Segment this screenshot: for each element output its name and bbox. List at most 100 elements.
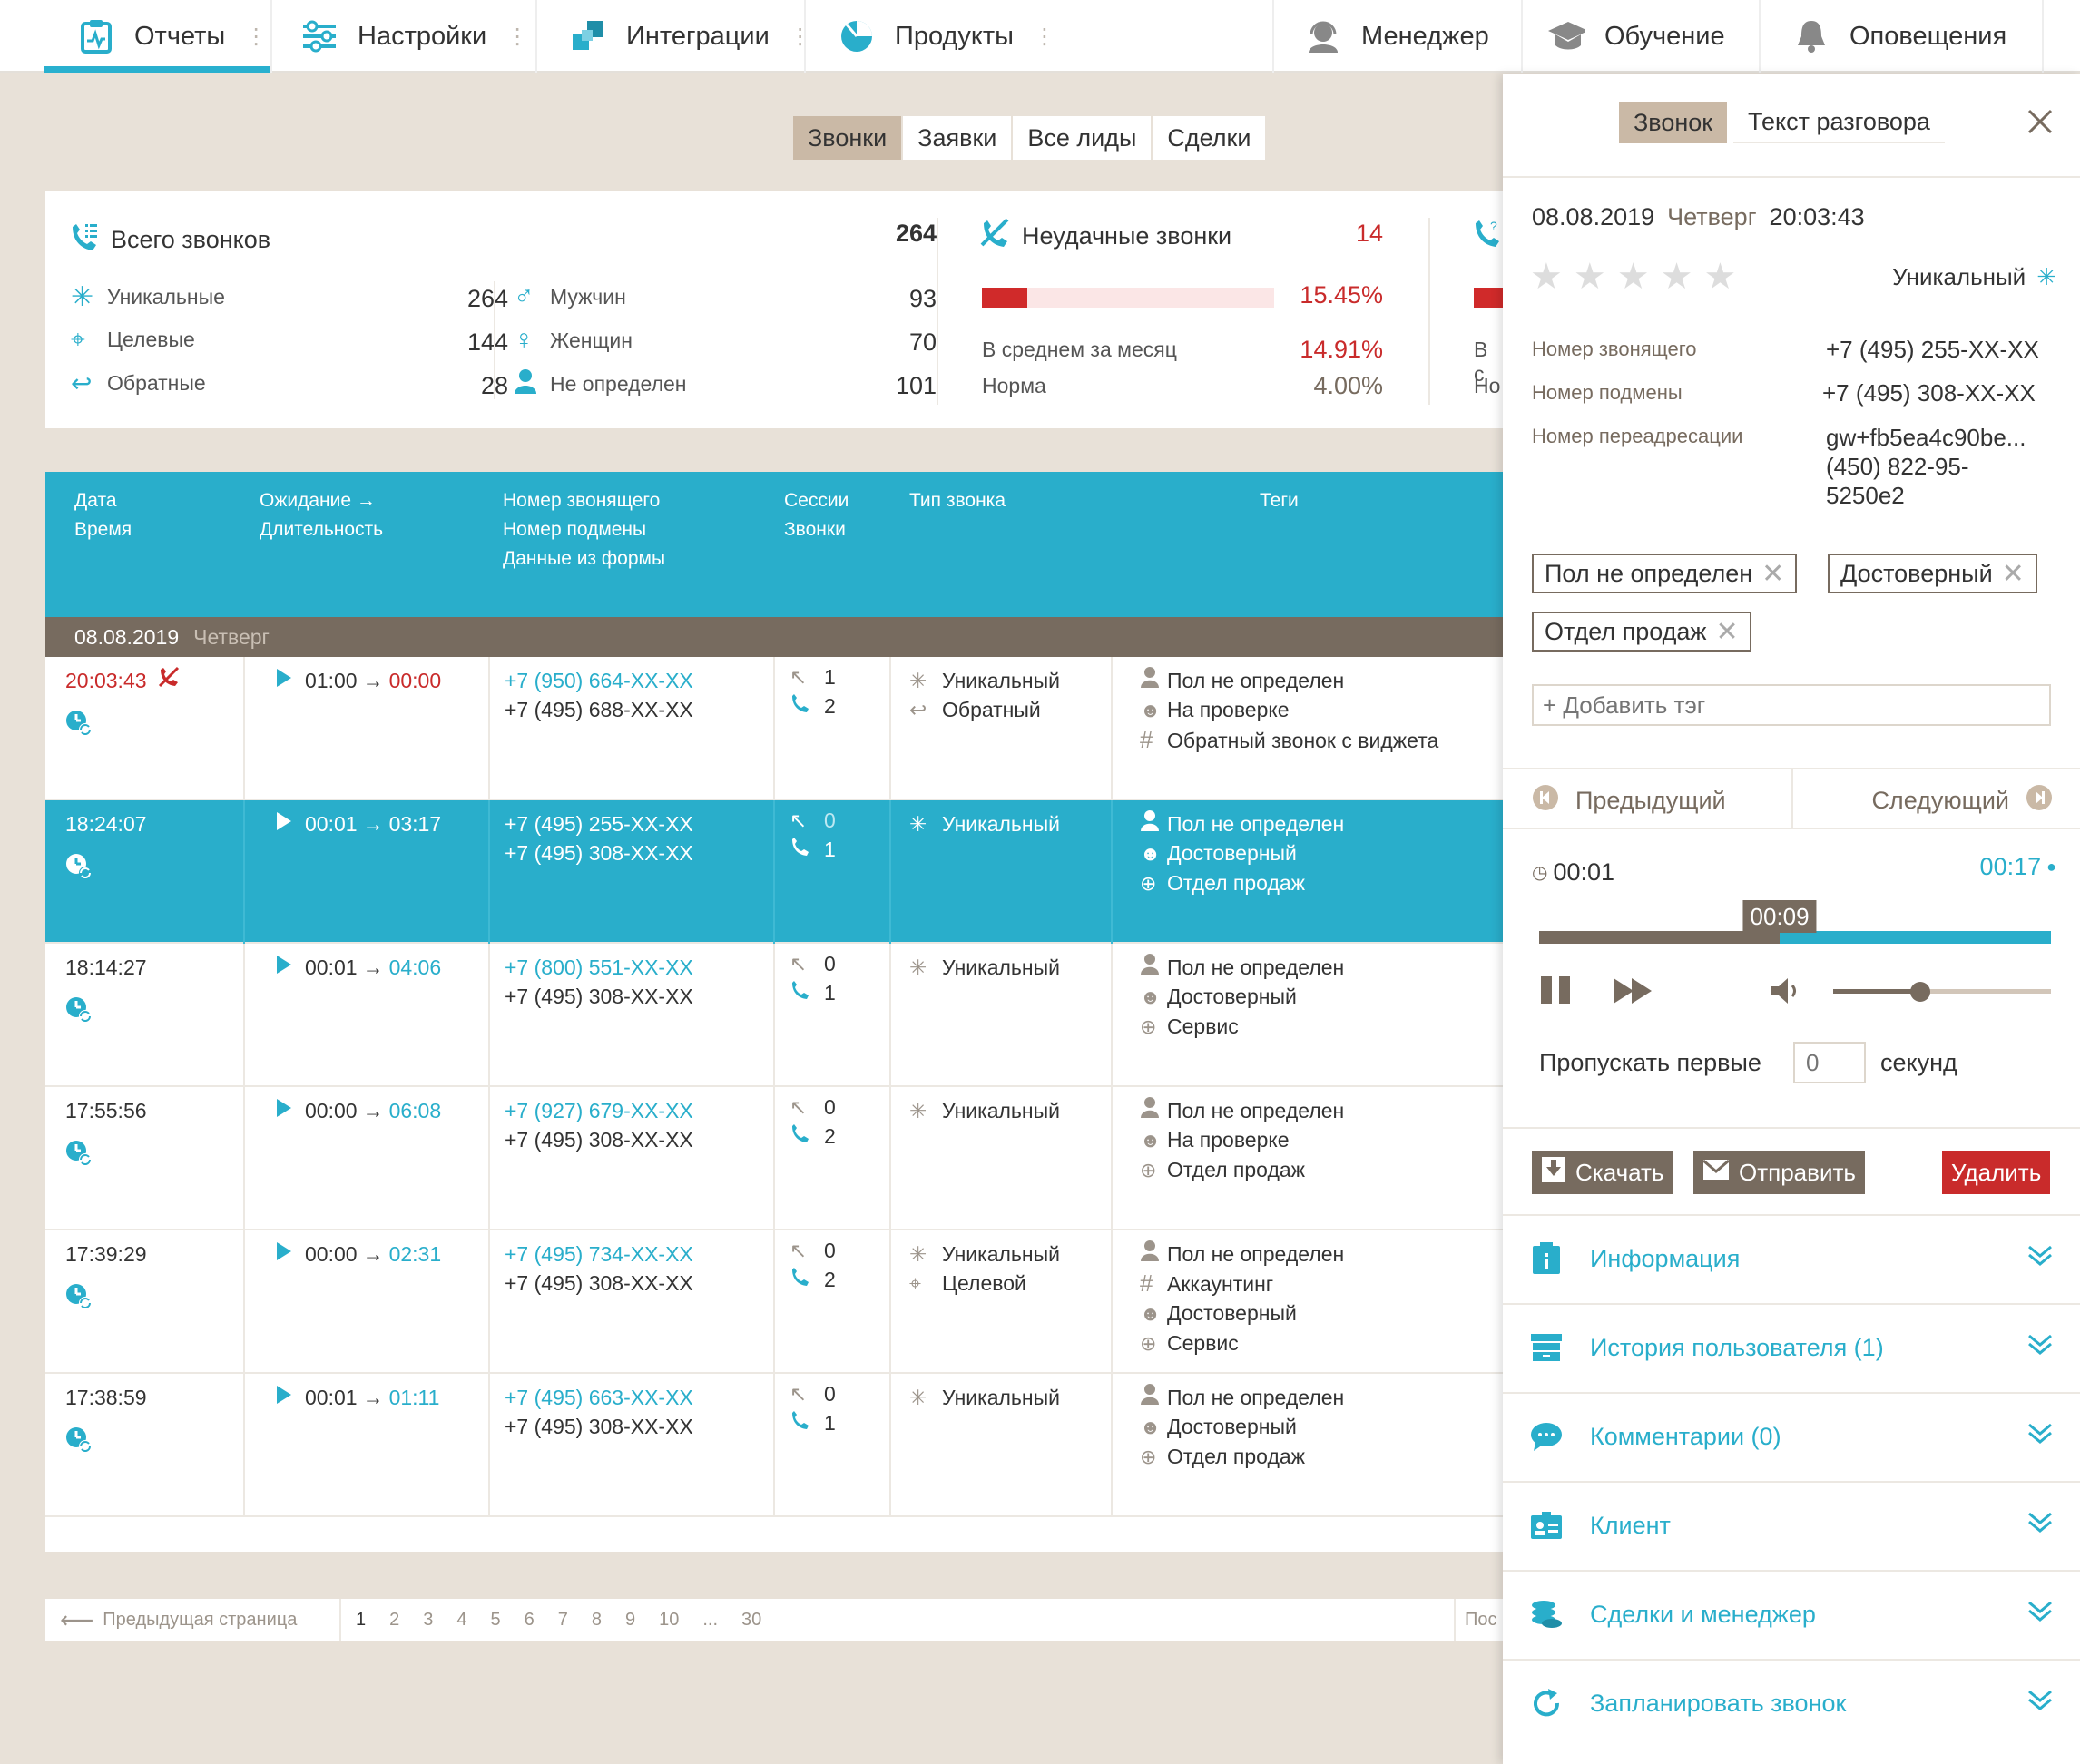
col-wait[interactable]: Ожидание → (260, 490, 376, 511)
col-form[interactable]: Данные из формы (503, 548, 665, 569)
prev-call-button[interactable]: Предыдущий (1532, 784, 1726, 818)
page-number[interactable]: 8 (592, 1610, 602, 1631)
rating-stars[interactable]: ★★★★★ (1530, 256, 1756, 298)
play-icon[interactable] (276, 1240, 292, 1269)
panel-tab-call[interactable]: Звонок (1619, 102, 1728, 143)
next-page[interactable]: Пос (1454, 1599, 1503, 1641)
caller-label: Номер звонящего (1532, 338, 1697, 360)
nav-notifications[interactable]: Оповещения (1793, 0, 2006, 73)
clock-refresh-icon[interactable] (65, 1283, 93, 1318)
nav-dots-icon[interactable]: ⋮ (790, 24, 811, 50)
col-calls[interactable]: Звонки (784, 519, 846, 540)
caller-number-link[interactable]: +7 (950) 664-XX-XX (505, 666, 693, 695)
star-icon[interactable]: ★★★★★ (1530, 257, 1747, 297)
nav-products[interactable]: Продукты ⋮ (839, 0, 1055, 73)
col-date[interactable]: Дата (74, 490, 117, 511)
fast-forward-icon[interactable] (1612, 976, 1655, 1012)
col-caller[interactable]: Номер звонящего (503, 490, 660, 511)
remove-tag-icon[interactable]: ✕ (1761, 558, 1784, 590)
clock-refresh-icon[interactable] (65, 1140, 93, 1174)
page-number[interactable]: 30 (741, 1610, 761, 1631)
volume-knob[interactable] (1910, 982, 1930, 1002)
page-number[interactable]: 1 (356, 1610, 366, 1631)
page-number[interactable]: ... (702, 1610, 718, 1631)
remove-tag-icon[interactable]: ✕ (2002, 558, 2025, 590)
caller-number-link[interactable]: +7 (495) 734-XX-XX (505, 1240, 693, 1269)
table-row[interactable]: 20:03:43 01:00 → 00:00 +7 (950) 664-XX-XX +7 … (45, 657, 1503, 800)
nav-settings[interactable]: Настройки ⋮ (301, 0, 528, 73)
prev-page[interactable]: ⟵ Предыдущая страница (45, 1599, 341, 1641)
tab-all-leads[interactable]: Все лиды (1013, 116, 1153, 160)
table-row[interactable]: 17:39:29 00:00 → 02:31 +7 (495) 734-XX-XX +7 … (45, 1230, 1503, 1374)
accordion-info[interactable]: Информация (1503, 1214, 2080, 1301)
play-icon[interactable] (276, 1096, 292, 1125)
nav-manager[interactable]: Менеджер (1305, 0, 1489, 73)
accordion-history[interactable]: История пользователя (1) (1503, 1303, 2080, 1390)
clock-refresh-icon[interactable] (65, 710, 93, 744)
volume-slider[interactable] (1833, 982, 2051, 1002)
accordion-client[interactable]: Клиент (1503, 1481, 2080, 1568)
tag-label: Пол не определен (1545, 559, 1753, 587)
nav-education[interactable]: Обучение (1548, 0, 1725, 73)
tab-requests[interactable]: Заявки (903, 116, 1014, 160)
pause-icon[interactable] (1539, 975, 1574, 1012)
accordion-schedule[interactable]: Запланировать звонок (1503, 1659, 2080, 1746)
play-icon[interactable] (276, 809, 292, 838)
page-number[interactable]: 9 (625, 1610, 635, 1631)
caller-number-link[interactable]: +7 (800) 551-XX-XX (505, 953, 693, 982)
caller-number-link[interactable]: +7 (927) 679-XX-XX (505, 1096, 693, 1125)
page-number[interactable]: 10 (659, 1610, 679, 1631)
play-icon[interactable] (276, 1383, 292, 1412)
nav-integrations[interactable]: Интеграции ⋮ (570, 0, 811, 73)
accordion-deals[interactable]: Сделки и менеджер (1503, 1570, 2080, 1657)
send-button[interactable]: Отправить (1693, 1151, 1865, 1194)
return-arrow-icon: ↩ (71, 369, 93, 397)
nav-reports[interactable]: Отчеты ⋮ (78, 0, 267, 73)
clock-refresh-icon[interactable] (65, 996, 93, 1031)
table-row[interactable]: 18:14:27 00:01 → 04:06 +7 (800) 551-XX-XX +7 … (45, 944, 1503, 1087)
asterisk-icon: ✳ (909, 1242, 927, 1266)
play-icon[interactable] (276, 953, 292, 982)
page-number[interactable]: 5 (491, 1610, 501, 1631)
panel-tab-transcript[interactable]: Текст разговора (1733, 102, 1945, 143)
col-substitute[interactable]: Номер подмены (503, 519, 646, 540)
clock-refresh-icon[interactable] (65, 1426, 93, 1461)
nav-dots-icon[interactable]: ⋮ (245, 24, 267, 50)
next-call-button[interactable]: Следующий (1871, 784, 2053, 818)
audio-progress-bar[interactable]: 00:09 (1539, 900, 2051, 944)
remove-tag-icon[interactable]: ✕ (1716, 616, 1739, 648)
play-icon[interactable] (276, 666, 292, 695)
table-row[interactable]: 17:38:59 00:01 → 01:11 +7 (495) 663-XX-XX +7 … (45, 1374, 1503, 1517)
caller-number-link[interactable]: +7 (495) 255-XX-XX (505, 809, 693, 838)
substitute-value: +7 (495) 308-XX-XX (1822, 379, 2036, 407)
volume-icon[interactable] (1770, 976, 1802, 1012)
close-icon[interactable] (2027, 109, 2053, 141)
nav-dots-icon[interactable]: ⋮ (1034, 24, 1055, 50)
nav-dots-icon[interactable]: ⋮ (506, 24, 528, 50)
table-row[interactable]: 17:55:56 00:00 → 06:08 +7 (927) 679-XX-XX +7 … (45, 1087, 1503, 1230)
page-number[interactable]: 4 (456, 1610, 466, 1631)
page-number[interactable]: 3 (423, 1610, 433, 1631)
redirect-line: (450) 822-95- (1826, 453, 1969, 480)
norm-value: 4.00% (1313, 372, 1383, 399)
page-number[interactable]: 2 (389, 1610, 399, 1631)
tab-calls[interactable]: Звонки (793, 116, 904, 160)
clipboard-info-icon (1528, 1240, 1565, 1277)
download-button[interactable]: Скачать (1532, 1151, 1673, 1194)
tab-deals[interactable]: Сделки (1153, 116, 1268, 160)
add-tag-input[interactable] (1532, 684, 2051, 726)
col-tags[interactable]: Теги (1260, 490, 1299, 511)
delete-button[interactable]: Удалить (1942, 1151, 2051, 1194)
col-time[interactable]: Время (74, 519, 132, 540)
col-sessions[interactable]: Сессии (784, 490, 849, 511)
col-call-type[interactable]: Тип звонка (909, 490, 1006, 511)
skip-seconds-input[interactable] (1793, 1042, 1866, 1083)
col-duration[interactable]: Длительность (260, 519, 383, 540)
clock-refresh-icon[interactable] (65, 853, 93, 887)
table-row[interactable]: 18:24:07 00:01 → 03:17 +7 (495) 255-XX-XX +7 … (45, 800, 1503, 944)
call-type: Обратный (942, 698, 1041, 721)
accordion-comments[interactable]: Комментарии (0) (1503, 1392, 2080, 1479)
caller-number-link[interactable]: +7 (495) 663-XX-XX (505, 1383, 693, 1412)
page-number[interactable]: 7 (558, 1610, 568, 1631)
page-number[interactable]: 6 (525, 1610, 535, 1631)
